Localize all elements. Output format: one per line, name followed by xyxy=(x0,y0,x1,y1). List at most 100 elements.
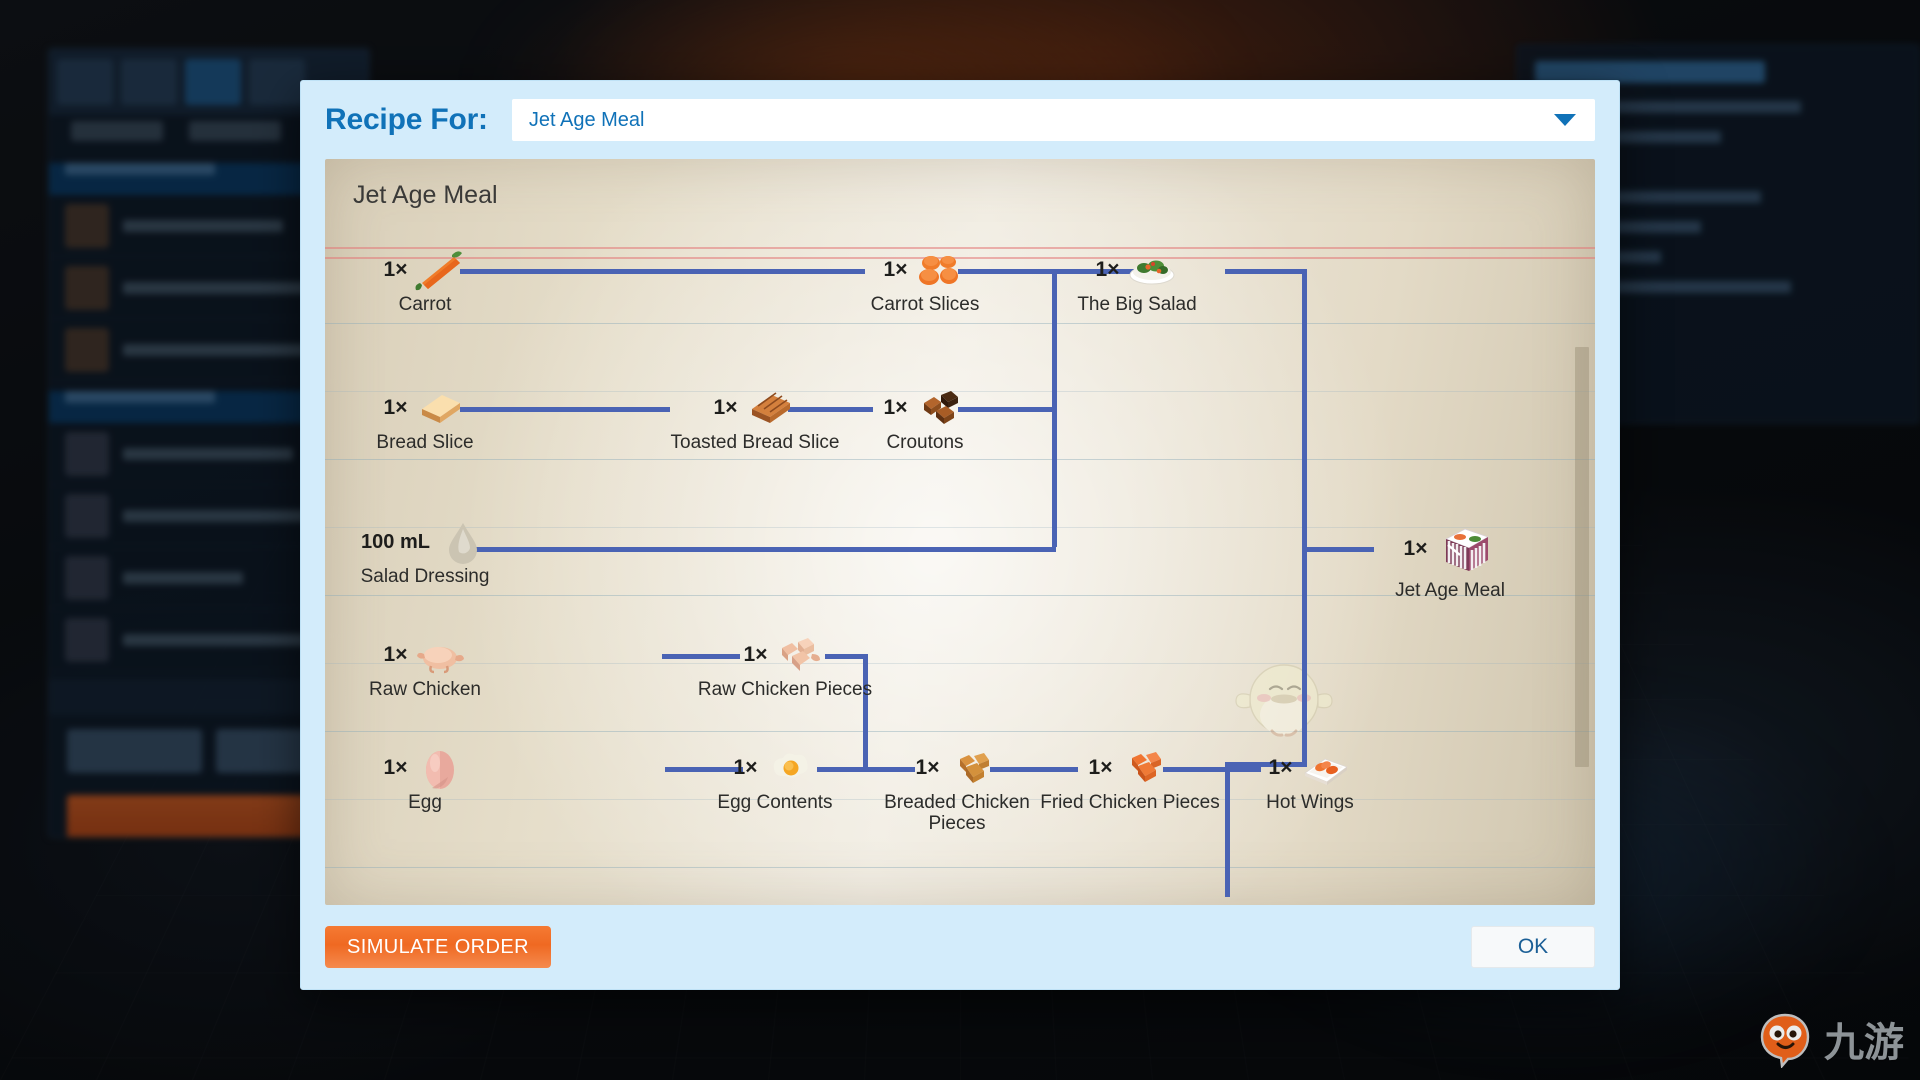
node-egg-qty: 1× xyxy=(383,755,408,779)
node-croutons[interactable]: 1× Croutons xyxy=(840,385,1010,454)
node-jet-age-meal[interactable]: 1× Jet Age Meal xyxy=(1365,519,1535,602)
node-carrot-qty: 1× xyxy=(383,257,408,281)
node-salad-dressing-row: 100 mL xyxy=(361,519,489,565)
node-jet-age-meal-row: 1× xyxy=(1404,519,1497,579)
recipe-select-value: Jet Age Meal xyxy=(528,108,645,131)
site-watermark: 九游 xyxy=(1756,1010,1904,1068)
dialog-header: Recipe For: Jet Age Meal xyxy=(301,81,1619,159)
node-raw-chicken-pieces-qty: 1× xyxy=(743,642,768,666)
node-raw-chicken-qty: 1× xyxy=(383,642,408,666)
paper-rule xyxy=(325,731,1595,732)
mascot-logo-icon xyxy=(1760,1013,1810,1068)
recipe-dialog: Recipe For: Jet Age Meal Jet Age Meal 1×… xyxy=(300,80,1620,990)
paper-rule xyxy=(325,459,1595,460)
node-toasted-bread-slice-row: 1× xyxy=(714,385,797,431)
node-breaded-chicken-pieces-qty: 1× xyxy=(915,755,940,779)
node-fried-chicken-pieces[interactable]: 1× Fried Chicken Pieces xyxy=(1040,745,1220,814)
fried-chicken-icon xyxy=(1132,752,1162,782)
node-carrot-row: 1× xyxy=(384,247,467,293)
node-breaded-chicken-pieces-row: 1× xyxy=(916,745,999,791)
chevron-down-icon[interactable] xyxy=(1554,114,1576,126)
node-breaded-chicken-pieces[interactable]: 1× Breaded Chicken Pieces xyxy=(872,745,1042,834)
node-raw-chicken-row: 1× xyxy=(384,632,467,678)
node-breaded-chicken-pieces-label: Breaded Chicken Pieces xyxy=(884,792,1030,834)
raw-chicken-icon xyxy=(417,647,465,674)
node-raw-chicken[interactable]: 1× Raw Chicken xyxy=(340,632,510,701)
node-carrot[interactable]: 1× Carrot xyxy=(340,247,510,316)
node-the-big-salad[interactable]: 1× The Big Salad xyxy=(1052,247,1222,316)
node-hot-wings-qty: 1× xyxy=(1268,755,1293,779)
carrot-icon xyxy=(415,251,463,291)
node-fried-chicken-pieces-label: Fried Chicken Pieces xyxy=(1040,792,1220,813)
salad-bowl-icon xyxy=(1129,260,1175,285)
node-bread-slice-label: Bread Slice xyxy=(376,432,474,453)
watermark-text: 九游 xyxy=(1824,1020,1904,1066)
node-salad-dressing[interactable]: 100 mL Salad Dressing xyxy=(340,519,510,588)
node-raw-chicken-pieces-label: Raw Chicken Pieces xyxy=(697,679,873,700)
node-egg-row: 1× xyxy=(384,745,467,791)
recipe-select-dropdown[interactable]: Jet Age Meal xyxy=(511,99,1595,141)
node-the-big-salad-label: The Big Salad xyxy=(1077,294,1197,315)
edge-bus-to-meal xyxy=(1302,547,1374,552)
node-toasted-bread-slice-label: Toasted Bread Slice xyxy=(670,432,840,453)
node-jet-age-meal-qty: 1× xyxy=(1403,536,1428,560)
egg-contents-icon xyxy=(774,753,809,778)
node-salad-dressing-qty: 100 mL xyxy=(361,530,430,553)
node-bread-slice[interactable]: 1× Bread Slice xyxy=(340,385,510,454)
node-croutons-qty: 1× xyxy=(883,395,908,419)
node-croutons-label: Croutons xyxy=(886,432,964,453)
node-carrot-slices[interactable]: 1× Carrot Slices xyxy=(840,247,1010,316)
meal-box-icon xyxy=(1445,528,1490,571)
node-raw-chicken-label: Raw Chicken xyxy=(369,679,481,700)
edge-meal-input-bus xyxy=(1302,269,1307,762)
node-fried-chicken-pieces-row: 1× xyxy=(1089,745,1172,791)
node-hot-wings[interactable]: 1× Hot Wings xyxy=(1225,745,1395,814)
node-raw-chicken-pieces[interactable]: 1× Raw Chicken Pieces xyxy=(698,632,872,701)
edge-carrot-to-slices xyxy=(460,269,865,274)
simulate-order-button[interactable]: SIMULATE ORDER xyxy=(325,926,551,968)
recipe-title: Jet Age Meal xyxy=(353,181,498,209)
node-toasted-bread-slice-qty: 1× xyxy=(713,395,738,419)
edge-dressing-to-salad xyxy=(460,547,1056,552)
node-carrot-slices-qty: 1× xyxy=(883,257,908,281)
node-bread-slice-row: 1× xyxy=(384,385,467,431)
node-egg-label: Egg xyxy=(408,792,442,813)
hot-wings-icon xyxy=(1304,758,1349,785)
node-egg-contents-row: 1× xyxy=(734,745,817,791)
bread-slice-icon xyxy=(422,395,461,423)
paper-rule xyxy=(325,663,1595,664)
node-the-big-salad-row: 1× xyxy=(1096,247,1179,293)
node-carrot-slices-row: 1× xyxy=(884,247,967,293)
node-egg[interactable]: 1× Egg xyxy=(340,745,510,814)
node-salad-dressing-label: Salad Dressing xyxy=(360,566,490,587)
recipe-graph-canvas[interactable]: Jet Age Meal 1× Carrot 1× Carrot Slices … xyxy=(325,159,1595,905)
node-the-big-salad-qty: 1× xyxy=(1095,257,1120,281)
paper-rule xyxy=(325,867,1595,868)
toasted-bread-icon xyxy=(752,392,791,423)
node-hot-wings-row: 1× xyxy=(1269,745,1352,791)
node-toasted-bread-slice[interactable]: 1× Toasted Bread Slice xyxy=(670,385,840,454)
raw-chicken-pieces-icon xyxy=(782,638,821,671)
node-egg-contents[interactable]: 1× Egg Contents xyxy=(690,745,860,814)
dialog-footer: SIMULATE ORDER OK xyxy=(301,905,1619,989)
node-carrot-label: Carrot xyxy=(398,294,452,315)
recipe-for-label: Recipe For: xyxy=(325,103,488,136)
node-jet-age-meal-label: Jet Age Meal xyxy=(1395,580,1505,601)
node-carrot-slices-label: Carrot Slices xyxy=(870,294,980,315)
chick-mascot-watermark xyxy=(1235,664,1333,737)
croutons-icon xyxy=(924,391,959,424)
edge-salad-out xyxy=(1225,269,1307,274)
node-egg-contents-label: Egg Contents xyxy=(717,792,833,813)
node-egg-contents-qty: 1× xyxy=(733,755,758,779)
egg-icon xyxy=(426,751,455,789)
carrot-slices-icon xyxy=(919,256,959,285)
droplet-icon xyxy=(448,523,477,564)
node-croutons-row: 1× xyxy=(884,385,967,431)
node-fried-chicken-pieces-qty: 1× xyxy=(1088,755,1113,779)
node-raw-chicken-pieces-row: 1× xyxy=(744,632,827,678)
node-hot-wings-label: Hot Wings xyxy=(1266,792,1354,813)
paper-rule xyxy=(325,323,1595,324)
breaded-chicken-icon xyxy=(960,753,990,783)
ok-button[interactable]: OK xyxy=(1471,926,1595,968)
recipe-canvas-scrollbar[interactable] xyxy=(1575,347,1589,767)
